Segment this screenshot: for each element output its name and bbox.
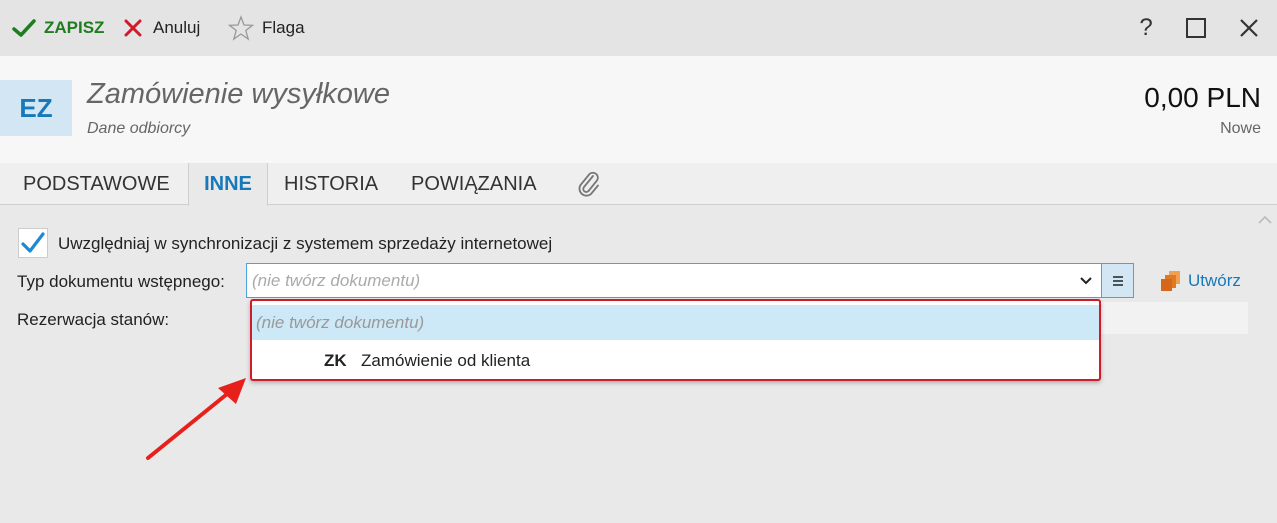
dropdown-option-code: ZK <box>324 350 347 370</box>
flag-label: Flaga <box>262 18 305 37</box>
stock-reservation-field[interactable] <box>1100 302 1248 334</box>
sync-checkbox[interactable] <box>18 228 48 258</box>
tab-attachments[interactable] <box>576 163 602 205</box>
help-icon: ? <box>1139 14 1153 41</box>
create-document-link[interactable]: Utwórz <box>1160 270 1241 292</box>
check-icon <box>12 19 36 37</box>
tab-history[interactable]: HISTORIA <box>284 163 378 205</box>
close-icon <box>1240 19 1258 37</box>
sync-checkbox-label: Uwzględniaj w synchronizacji z systemem … <box>58 234 553 253</box>
annotation-arrow-icon <box>146 378 246 460</box>
document-type-label: Typ dokumentu wstępnego: <box>17 272 225 291</box>
dropdown-option-none[interactable]: (nie twórz dokumentu) <box>252 305 1099 340</box>
save-label: ZAPISZ <box>44 18 105 37</box>
dropdown-option-name: Zamówienie od klienta <box>361 350 531 370</box>
page-title: Zamówienie wysyłkowe <box>87 78 390 110</box>
cancel-button[interactable]: Anuluj <box>124 0 200 56</box>
document-type-value: (nie twórz dokumentu) <box>252 270 421 290</box>
list-icon <box>1112 275 1123 286</box>
tab-bar: PODSTAWOWE INNE HISTORIA POWIĄZANIA <box>0 163 1277 206</box>
tab-other[interactable]: INNE <box>188 163 268 206</box>
close-window-button[interactable] <box>1231 10 1267 46</box>
maximize-icon <box>1186 18 1206 38</box>
cancel-label: Anuluj <box>153 18 201 37</box>
scroll-up-button[interactable] <box>1257 212 1273 228</box>
flag-button[interactable]: Flaga <box>228 0 305 56</box>
copy-documents-icon <box>1161 271 1180 291</box>
document-type-list-button[interactable] <box>1101 263 1134 298</box>
chevron-up-icon <box>1258 215 1272 224</box>
tab-basic[interactable]: PODSTAWOWE <box>23 163 170 205</box>
dropdown-option-zk[interactable]: ZK Zamówienie od klienta <box>252 343 1099 378</box>
document-type-dropdown: (nie twórz dokumentu) ZK Zamówienie od k… <box>250 299 1101 381</box>
create-label: Utwórz <box>1188 271 1241 290</box>
paperclip-icon <box>578 171 599 197</box>
save-button[interactable]: ZAPISZ <box>12 0 104 56</box>
document-type-select[interactable]: (nie twórz dokumentu) <box>246 263 1102 298</box>
page-subtitle: Dane odbiorcy <box>87 120 191 137</box>
checkmark-icon <box>21 232 45 253</box>
document-type-badge: EZ <box>0 80 72 136</box>
status-badge: Nowe <box>1220 120 1261 137</box>
maximize-button[interactable] <box>1178 10 1214 46</box>
chevron-down-icon <box>1071 276 1101 286</box>
help-button[interactable]: ? <box>1128 10 1164 46</box>
dropdown-option-name: (nie twórz dokumentu) <box>256 312 425 332</box>
document-header: EZ Zamówienie wysyłkowe Dane odbiorcy 0,… <box>0 56 1277 163</box>
star-icon <box>228 15 254 41</box>
document-amount: 0,00 PLN <box>1144 82 1261 113</box>
stock-reservation-label: Rezerwacja stanów: <box>17 310 170 329</box>
tab-relations[interactable]: POWIĄZANIA <box>411 163 537 205</box>
close-icon <box>124 19 142 37</box>
tab-content-other: Uwzględniaj w synchronizacji z systemem … <box>0 206 1277 523</box>
toolbar: ZAPISZ Anuluj Flaga ? <box>0 0 1277 56</box>
